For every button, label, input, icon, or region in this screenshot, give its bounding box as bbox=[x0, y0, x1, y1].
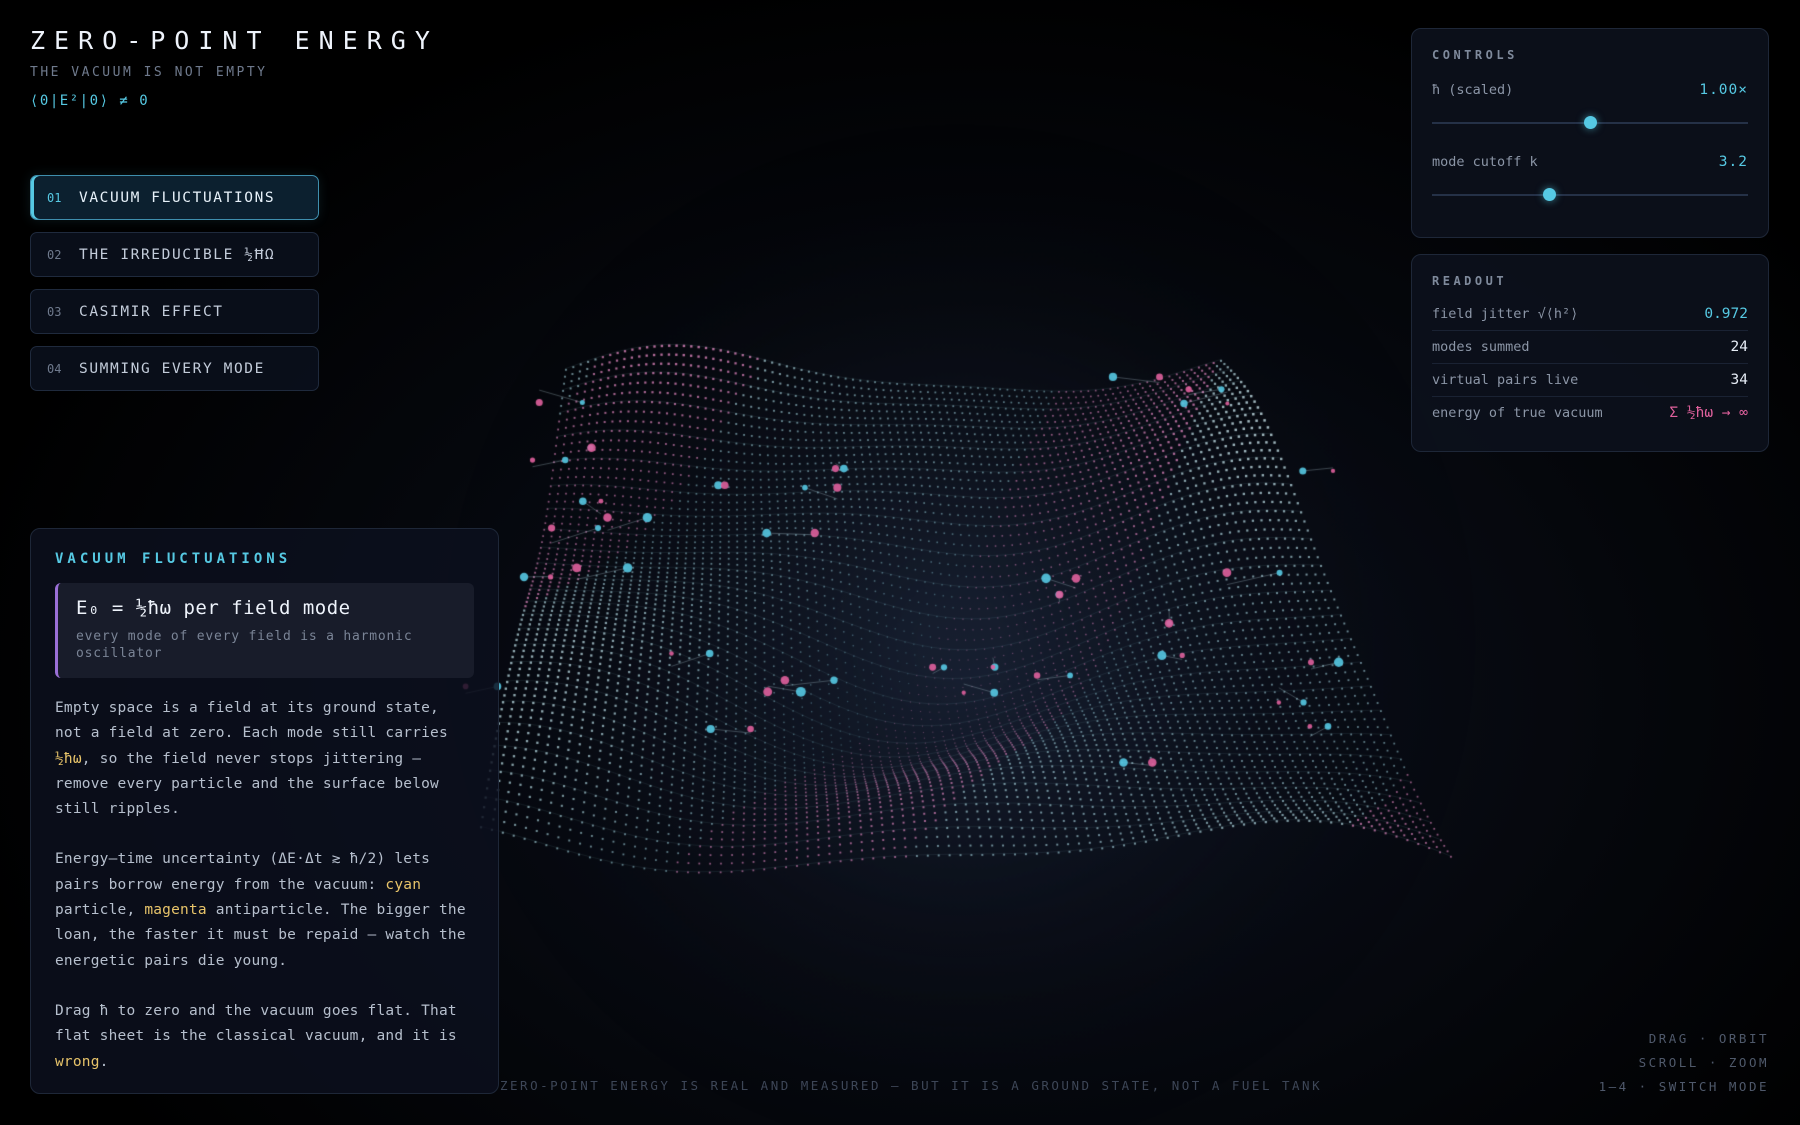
cutoff-value: 3.2 bbox=[1718, 154, 1748, 170]
readout-row-true-vacuum: energy of true vacuum Σ ½ħω → ∞ bbox=[1432, 397, 1748, 429]
mode-item-summing-modes[interactable]: 04 SUMMING EVERY MODE bbox=[30, 346, 319, 391]
cutoff-slider[interactable] bbox=[1432, 188, 1748, 202]
cutoff-label: mode cutoff k bbox=[1432, 154, 1538, 170]
readout-value: 0.972 bbox=[1704, 306, 1748, 322]
readout-row-virtual-pairs: virtual pairs live 34 bbox=[1432, 364, 1748, 397]
readout-row-modes-summed: modes summed 24 bbox=[1432, 331, 1748, 364]
info-paragraph: Empty space is a field at its ground sta… bbox=[55, 696, 474, 822]
highlight-term: magenta bbox=[144, 902, 207, 919]
mode-label: CASIMIR EFFECT bbox=[79, 303, 224, 320]
slider-track bbox=[1432, 194, 1748, 196]
slider-thumb[interactable] bbox=[1584, 116, 1597, 129]
readout-panel: READOUT field jitter √⟨h²⟩ 0.972 modes s… bbox=[1411, 254, 1769, 452]
mode-number: 02 bbox=[47, 247, 62, 262]
readout-label: energy of true vacuum bbox=[1432, 405, 1603, 421]
mode-item-irreducible[interactable]: 02 THE IRREDUCIBLE ½ĦΩ bbox=[30, 232, 319, 277]
hint-zoom: SCROLL · ZOOM bbox=[1638, 1055, 1769, 1070]
info-body: Empty space is a field at its ground sta… bbox=[55, 696, 474, 1075]
readout-title: READOUT bbox=[1432, 274, 1508, 288]
text-run: Drag ħ to zero and the vacuum goes flat.… bbox=[55, 1002, 457, 1045]
text-run: particle, bbox=[55, 902, 145, 919]
mode-nav: 01 VACUUM FLUCTUATIONS 02 THE IRREDUCIBL… bbox=[30, 175, 319, 403]
readout-row-field-jitter: field jitter √⟨h²⟩ 0.972 bbox=[1432, 298, 1748, 331]
mode-label: THE IRREDUCIBLE ½ĦΩ bbox=[79, 246, 276, 263]
readout-label: field jitter √⟨h²⟩ bbox=[1432, 306, 1579, 322]
equation-note: every mode of every field is a harmonic … bbox=[76, 629, 413, 661]
equation-box: E₀ = ½ħω per field mode every mode of ev… bbox=[55, 583, 474, 678]
controls-panel: CONTROLS ħ (scaled) 1.00× mode cutoff k … bbox=[1411, 28, 1769, 238]
readout-value: Σ ½ħω → ∞ bbox=[1669, 405, 1748, 421]
info-card: VACUUM FLUCTUATIONS E₀ = ½ħω per field m… bbox=[30, 528, 499, 1094]
text-run: . bbox=[99, 1053, 109, 1070]
text-run: Empty space is a field at its ground sta… bbox=[55, 700, 448, 742]
cutoff-control: mode cutoff k 3.2 bbox=[1432, 154, 1748, 202]
readout-label: modes summed bbox=[1432, 339, 1530, 355]
highlight-term: wrong bbox=[55, 1053, 100, 1070]
highlight-term: cyan bbox=[385, 876, 422, 893]
mode-label: VACUUM FLUCTUATIONS bbox=[79, 189, 276, 206]
footer-tagline: ZERO-POINT ENERGY IS REAL AND MEASURED —… bbox=[500, 1078, 1320, 1093]
brand-header: ZERO-POINT ENERGY THE VACUUM IS NOT EMPT… bbox=[30, 26, 439, 109]
mode-label: SUMMING EVERY MODE bbox=[79, 360, 265, 377]
page-title: ZERO-POINT ENERGY bbox=[30, 26, 439, 55]
slider-thumb[interactable] bbox=[1542, 188, 1556, 201]
header-formula: ⟨0|E²|0⟩ ≠ 0 bbox=[30, 93, 150, 109]
field-viewport[interactable]: ZERO-POINT ENERGY THE VACUUM IS NOT EMPT… bbox=[0, 0, 1800, 1125]
text-run: , so the field never stops jittering — r… bbox=[55, 750, 439, 818]
hbar-slider[interactable] bbox=[1432, 116, 1748, 130]
hbar-value: 1.00× bbox=[1699, 82, 1748, 98]
mode-number: 01 bbox=[47, 190, 62, 205]
hbar-label: ħ (scaled) bbox=[1432, 82, 1514, 98]
readout-value: 24 bbox=[1730, 339, 1748, 355]
controls-title: CONTROLS bbox=[1432, 48, 1518, 62]
mode-number: 04 bbox=[47, 361, 62, 376]
info-paragraph: Energy–time uncertainty (ΔE·Δt ≳ ħ/2) le… bbox=[55, 847, 474, 973]
hint-orbit: DRAG · ORBIT bbox=[1648, 1031, 1769, 1046]
text-run: Energy–time uncertainty (ΔE·Δt ≳ ħ/2) le… bbox=[55, 851, 431, 893]
hbar-control: ħ (scaled) 1.00× bbox=[1432, 82, 1748, 130]
info-paragraph: Drag ħ to zero and the vacuum goes flat.… bbox=[55, 999, 474, 1075]
page-subtitle: THE VACUUM IS NOT EMPTY bbox=[30, 65, 268, 80]
mode-item-vacuum-fluctuations[interactable]: 01 VACUUM FLUCTUATIONS bbox=[30, 175, 319, 220]
interaction-hints: DRAG · ORBIT SCROLL · ZOOM 1–4 · SWITCH … bbox=[1599, 1027, 1769, 1099]
mode-number: 03 bbox=[47, 304, 62, 319]
hint-switch-mode: 1–4 · SWITCH MODE bbox=[1598, 1079, 1769, 1094]
readout-value: 34 bbox=[1730, 372, 1748, 388]
equation: E₀ = ½ħω per field mode bbox=[76, 597, 351, 619]
highlight-term: ½ħω bbox=[55, 750, 82, 767]
mode-item-casimir[interactable]: 03 CASIMIR EFFECT bbox=[30, 289, 319, 334]
info-title: VACUUM FLUCTUATIONS bbox=[55, 551, 292, 567]
readout-label: virtual pairs live bbox=[1432, 372, 1579, 388]
